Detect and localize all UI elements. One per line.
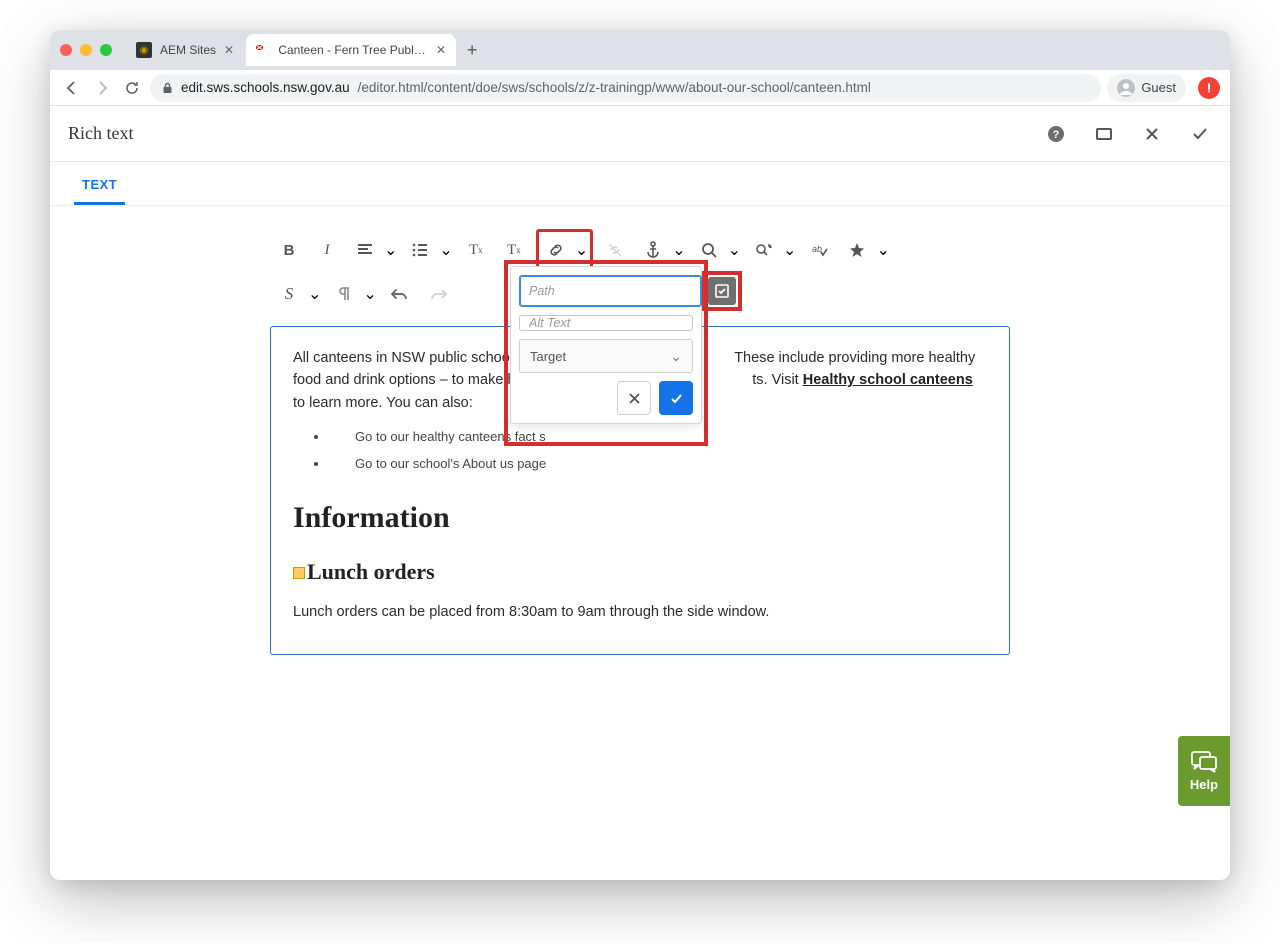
- popover-apply-button[interactable]: [659, 381, 693, 415]
- chevron-down-icon[interactable]: ⌄: [384, 240, 397, 260]
- chevron-down-icon[interactable]: ⌄: [439, 240, 452, 260]
- browser-tab[interactable]: ◉ AEM Sites ✕: [126, 34, 244, 66]
- tab-title: AEM Sites: [160, 43, 216, 57]
- dialog-title: Rich text: [68, 123, 134, 144]
- svg-text:?: ?: [1053, 129, 1060, 141]
- back-button[interactable]: [60, 76, 84, 100]
- heading-h2[interactable]: Information: [293, 495, 987, 542]
- lock-icon: [162, 82, 173, 94]
- forward-button[interactable]: [90, 76, 114, 100]
- undo-button[interactable]: [385, 276, 415, 312]
- editor-area: B I ⌄ ⌄ Tx Tx: [50, 206, 1230, 880]
- paragraph[interactable]: Lunch orders can be placed from 8:30am t…: [293, 601, 987, 623]
- chevron-down-icon[interactable]: ⌄: [363, 284, 376, 304]
- alt-text-input[interactable]: [519, 315, 693, 331]
- path-input[interactable]: [519, 275, 702, 307]
- highlight-open-dialog: [702, 271, 742, 311]
- profile-chip[interactable]: Guest: [1107, 74, 1186, 102]
- favicon: ◉: [136, 42, 152, 58]
- chevron-down-icon[interactable]: ⌄: [783, 240, 796, 260]
- target-select[interactable]: Target: [519, 339, 693, 373]
- browser-tab-active[interactable]: Canteen - Fern Tree Public Sch ✕: [246, 34, 456, 66]
- url-path: /editor.html/content/doe/sws/schools/z/z…: [358, 80, 871, 95]
- browser-tab-strip: ◉ AEM Sites ✕ Canteen - Fern Tree Public…: [50, 30, 1230, 70]
- extension-badge[interactable]: [1198, 77, 1220, 99]
- chevron-down-icon[interactable]: ⌄: [876, 240, 889, 260]
- chevron-down-icon[interactable]: ⌄: [672, 240, 685, 260]
- minimize-window[interactable]: [80, 44, 92, 56]
- close-tab-icon[interactable]: ✕: [436, 43, 446, 57]
- browser-window: ◉ AEM Sites ✕ Canteen - Fern Tree Public…: [50, 30, 1230, 880]
- spellcheck-button[interactable]: ab: [804, 232, 834, 268]
- url-host: edit.sws.schools.nsw.gov.au: [181, 80, 350, 95]
- chevron-down-icon[interactable]: ⌄: [728, 240, 741, 260]
- dialog-tabs: TEXT: [50, 162, 1230, 206]
- help-label: Help: [1190, 777, 1218, 792]
- tab-text[interactable]: TEXT: [74, 165, 125, 205]
- special-chars-button[interactable]: [842, 232, 872, 268]
- source-edit-button[interactable]: S: [274, 276, 304, 312]
- person-icon: [1117, 79, 1135, 97]
- favicon: [256, 42, 270, 58]
- help-widget[interactable]: Help: [1178, 736, 1230, 806]
- align-button[interactable]: [350, 232, 380, 268]
- maximize-window[interactable]: [100, 44, 112, 56]
- reload-button[interactable]: [120, 76, 144, 100]
- popover-cancel-button[interactable]: [617, 381, 651, 415]
- redo-button: [423, 276, 453, 312]
- list-button[interactable]: [405, 232, 435, 268]
- done-icon[interactable]: [1188, 122, 1212, 146]
- hyperlink-popover: Target: [510, 266, 702, 424]
- new-tab-button[interactable]: +: [458, 36, 486, 64]
- heading-h3[interactable]: Lunch orders: [293, 555, 987, 589]
- bold-button[interactable]: B: [274, 232, 304, 268]
- close-icon[interactable]: [1140, 122, 1164, 146]
- content-link[interactable]: Healthy school canteens: [803, 372, 973, 388]
- chevron-down-icon[interactable]: ⌄: [308, 284, 321, 304]
- chat-icon: [1191, 751, 1217, 773]
- italic-button[interactable]: I: [312, 232, 342, 268]
- find-replace-button[interactable]: [749, 232, 779, 268]
- tab-title: Canteen - Fern Tree Public Sch: [278, 43, 428, 57]
- anchor-marker-icon: [293, 567, 305, 579]
- list-item[interactable]: Go to our school's About us page: [329, 451, 987, 477]
- close-window[interactable]: [60, 44, 72, 56]
- close-tab-icon[interactable]: ✕: [224, 43, 234, 57]
- window-controls[interactable]: [60, 44, 112, 56]
- paraformat-button[interactable]: [329, 276, 359, 312]
- guest-label: Guest: [1141, 80, 1176, 95]
- fullscreen-icon[interactable]: [1092, 122, 1116, 146]
- subscript-button[interactable]: Tx: [461, 232, 491, 268]
- dialog-header: Rich text ?: [50, 106, 1230, 162]
- target-label: Target: [530, 349, 566, 364]
- help-icon[interactable]: ?: [1044, 122, 1068, 146]
- chevron-down-icon[interactable]: ⌄: [575, 240, 588, 260]
- address-bar[interactable]: edit.sws.schools.nsw.gov.au/editor.html/…: [150, 74, 1101, 102]
- browser-toolbar: edit.sws.schools.nsw.gov.au/editor.html/…: [50, 70, 1230, 106]
